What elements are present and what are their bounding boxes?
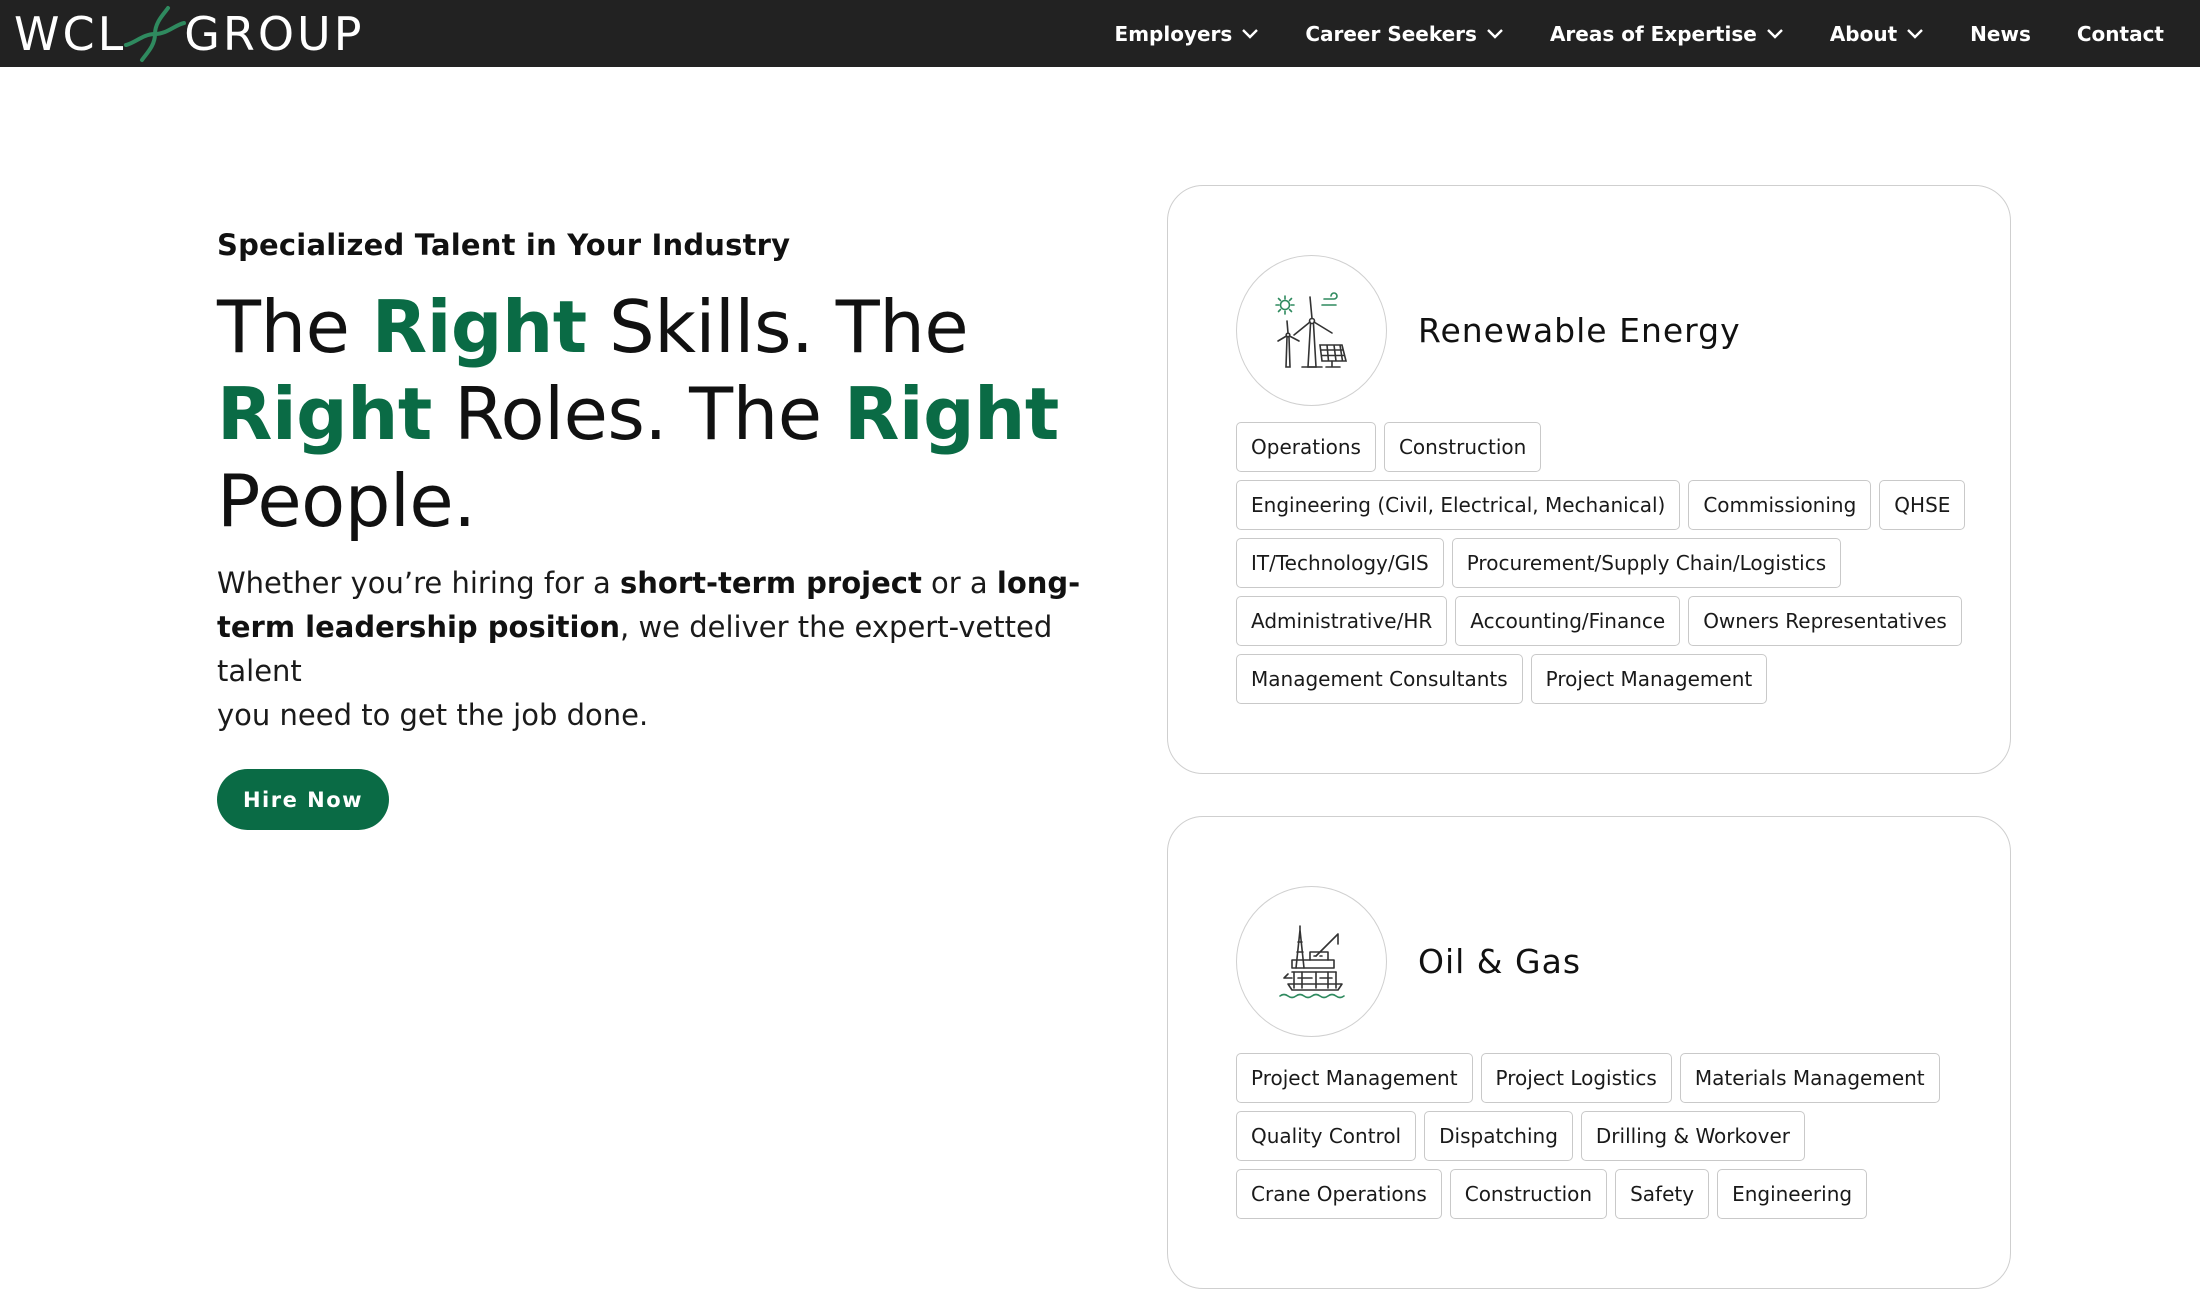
logo-text-left: WCL [14,6,127,61]
oil-gas-card: Oil & Gas Project Management Project Log… [1167,816,2011,1289]
renewable-energy-card: Renewable Energy Operations Construction… [1167,185,2011,774]
tag-chip[interactable]: Accounting/Finance [1455,596,1681,646]
tag-chip[interactable]: Construction [1383,422,1542,472]
card-title: Renewable Energy [1418,311,1741,350]
lede-text: you need to get the job done. [217,698,649,732]
nav-label: Areas of Expertise [1549,21,1757,46]
tag-chip[interactable]: IT/Technology/GIS [1236,538,1444,588]
chevron-down-icon [1242,28,1259,39]
tag-chip[interactable]: Construction [1449,1169,1608,1219]
nav-about[interactable]: About [1830,22,1924,46]
hire-now-button[interactable]: Hire Now [217,769,389,830]
headline-highlight: Right [371,285,587,369]
nav-label: News [1970,21,2031,46]
chevron-down-icon [1907,28,1924,39]
nav-employers[interactable]: Employers [1115,22,1260,46]
headline-highlight: Right [217,372,432,456]
nav-career-seekers[interactable]: Career Seekers [1305,22,1504,46]
tag-row: Operations Construction [1236,422,1956,472]
chevron-down-icon [1487,28,1503,39]
nav-label: About [1829,21,1898,46]
headline-text: Skills. The [586,285,969,369]
lede-bold: term leadership position [217,610,621,644]
tag-list: Operations Construction Engineering (Civ… [1236,422,1966,712]
tag-chip[interactable]: Quality Control [1236,1111,1417,1161]
tag-chip[interactable]: Procurement/Supply Chain/Logistics [1451,538,1842,588]
logo-text-right: GROUP [184,6,365,61]
lede-text: or a [921,566,997,600]
nav-label: Career Seekers [1305,21,1477,46]
lede-bold: short-term project [619,566,922,600]
tag-chip[interactable]: Engineering [1717,1169,1868,1219]
card-icon-circle [1236,886,1387,1037]
oil-rig-icon [1278,924,1345,998]
tag-chip[interactable]: Operations [1236,422,1376,472]
headline-text: The [217,285,372,369]
tag-row: Engineering (Civil, Electrical, Mechanic… [1236,480,1966,530]
nav-contact[interactable]: Contact [2077,22,2164,46]
tag-row: Administrative/HR Accounting/Finance Own… [1236,596,1962,646]
hero-description: Whether you’re hiring for a short-term p… [217,561,1097,737]
tag-row: Crane Operations Construction Safety Eng… [1236,1169,1956,1219]
card-header: Oil & Gas [1236,886,1581,1037]
headline-highlight: Right [843,372,1059,456]
tag-chip[interactable]: Project Management [1236,1053,1473,1103]
wcl-group-logo[interactable]: WCL GROUP [14,0,364,67]
wind-solar-icon [1274,291,1347,368]
headline-text: Roles. The [431,372,844,456]
tag-chip[interactable]: Management Consultants [1236,654,1523,704]
card-header: Renewable Energy [1236,255,1741,406]
hero-eyebrow: Specialized Talent in Your Industry [217,228,791,262]
tag-chip[interactable]: Project Management [1530,654,1768,704]
tag-chip[interactable]: Commissioning [1688,480,1872,530]
tag-chip[interactable]: QHSE [1879,480,1966,530]
clover-logo-icon [124,5,187,62]
chevron-down-icon [1766,28,1783,39]
site-header: WCL GROUP Employers Career Seekers Areas… [0,0,2200,67]
tag-row: Management Consultants Project Managemen… [1236,654,1956,704]
tag-chip[interactable]: Drilling & Workover [1580,1111,1805,1161]
tag-row: Project Management Project Logistics Mat… [1236,1053,1956,1103]
tag-chip[interactable]: Dispatching [1424,1111,1573,1161]
nav-news[interactable]: News [1970,22,2031,46]
nav-areas-of-expertise[interactable]: Areas of Expertise [1550,22,1784,46]
nav-label: Contact [2076,21,2164,46]
card-icon-circle [1236,255,1387,406]
lede-bold: long- [996,566,1081,600]
tag-row: IT/Technology/GIS Procurement/Supply Cha… [1236,538,1956,588]
tag-list: Project Management Project Logistics Mat… [1236,1053,1956,1227]
tag-chip[interactable]: Administrative/HR [1236,596,1448,646]
hero-section: Specialized Talent in Your Industry The … [217,228,1097,737]
tag-chip[interactable]: Safety [1615,1169,1710,1219]
nav-label: Employers [1114,21,1233,46]
card-title: Oil & Gas [1418,942,1582,981]
hero-headline: The Right Skills. The Right Roles. The R… [217,284,1097,545]
tag-chip[interactable]: Engineering (Civil, Electrical, Mechanic… [1236,480,1681,530]
tag-chip[interactable]: Crane Operations [1236,1169,1442,1219]
tag-chip[interactable]: Materials Management [1679,1053,1940,1103]
tag-chip[interactable]: Project Logistics [1480,1053,1672,1103]
headline-text: People. [217,459,476,543]
tag-chip[interactable]: Owners Representatives [1688,596,1962,646]
lede-text: Whether you’re hiring for a [217,566,620,600]
tag-row: Quality Control Dispatching Drilling & W… [1236,1111,1956,1161]
main-nav: Employers Career Seekers Areas of Expert… [1069,0,2164,67]
